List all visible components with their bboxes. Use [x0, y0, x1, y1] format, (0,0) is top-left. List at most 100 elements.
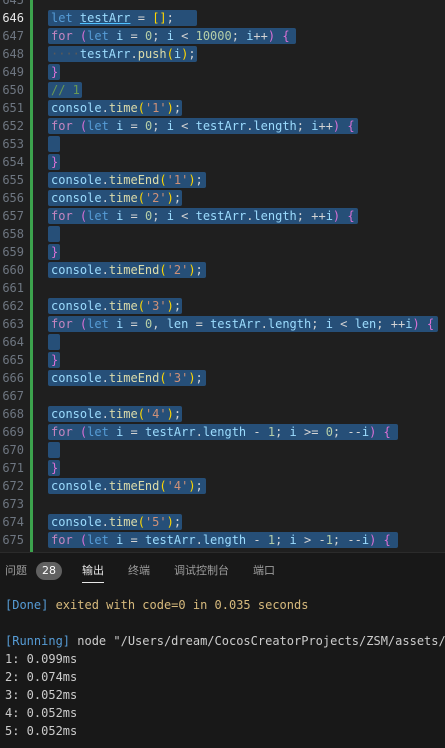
- code-text: console.time('5');: [51, 515, 182, 529]
- line-number: 673: [2, 497, 24, 511]
- line-number: 667: [2, 389, 24, 403]
- code-line[interactable]: 648 ····testArr.push(i);: [0, 45, 445, 63]
- code-text: for (let i = testArr.length - 1; i > -1;…: [51, 533, 391, 547]
- code-text: console.timeEnd('1');: [51, 173, 203, 187]
- code-text: // 1: [51, 83, 80, 97]
- code-line[interactable]: 670: [0, 441, 445, 459]
- code-line[interactable]: 650 // 1: [0, 81, 445, 99]
- running-command: node "/Users/dream/CocosCreatorProjects/…: [70, 634, 445, 648]
- code-line[interactable]: 671 }: [0, 459, 445, 477]
- code-line[interactable]: 674 console.time('5');: [0, 513, 445, 531]
- output-done-line: [Done] exited with code=0 in 0.035 secon…: [5, 596, 308, 614]
- code-line[interactable]: 675 for (let i = testArr.length - 1; i >…: [0, 531, 445, 549]
- code-line[interactable]: 660 console.timeEnd('2');: [0, 261, 445, 279]
- code-line[interactable]: 646 let testArr = [];: [0, 9, 445, 27]
- code-line[interactable]: 652 for (let i = 0; i < testArr.length; …: [0, 117, 445, 135]
- tab-debug-console[interactable]: 调试控制台: [174, 553, 229, 589]
- line-number: 663: [2, 317, 24, 331]
- output-result-line: 2: 0.074ms: [5, 670, 78, 684]
- output-result-line: 4: 0.052ms: [5, 706, 78, 720]
- code-line[interactable]: 645: [0, 0, 445, 9]
- code-line[interactable]: 657 for (let i = 0; i < testArr.length; …: [0, 207, 445, 225]
- output-running-line: [Running] node "/Users/dream/CocosCreato…: [5, 632, 445, 650]
- code-line[interactable]: 653: [0, 135, 445, 153]
- line-number: 654: [2, 155, 24, 169]
- code-text: for (let i = 0, len = testArr.length; i …: [51, 317, 435, 331]
- line-number: 661: [2, 281, 24, 295]
- code-text: ····testArr.push(i);: [51, 47, 196, 61]
- code-line[interactable]: 663 for (let i = 0, len = testArr.length…: [0, 315, 445, 333]
- line-number: 670: [2, 443, 24, 457]
- line-number: 647: [2, 29, 24, 43]
- line-number: 660: [2, 263, 24, 277]
- line-number: 669: [2, 425, 24, 439]
- line-number: 658: [2, 227, 24, 241]
- line-number: 664: [2, 335, 24, 349]
- line-number: 651: [2, 101, 24, 115]
- line-number: 650: [2, 83, 24, 97]
- code-line[interactable]: 672 console.timeEnd('4');: [0, 477, 445, 495]
- code-text: console.timeEnd('2');: [51, 263, 203, 277]
- line-number: 675: [2, 533, 24, 547]
- code-line[interactable]: 656 console.time('2');: [0, 189, 445, 207]
- code-text: }: [51, 155, 59, 169]
- tab-problems[interactable]: 问题: [5, 553, 27, 589]
- line-number: 665: [2, 353, 24, 367]
- tab-output[interactable]: 输出: [82, 553, 104, 589]
- line-number: 662: [2, 299, 24, 313]
- code-line[interactable]: 659 }: [0, 243, 445, 261]
- code-line[interactable]: 664: [0, 333, 445, 351]
- code-line[interactable]: 673: [0, 495, 445, 513]
- code-line[interactable]: 665 }: [0, 351, 445, 369]
- output-result-line: 5: 0.052ms: [5, 724, 78, 738]
- line-number: 657: [2, 209, 24, 223]
- code-line[interactable]: 667: [0, 387, 445, 405]
- output-result-line: 3: 0.052ms: [5, 688, 78, 702]
- code-text: console.timeEnd('4');: [51, 479, 203, 493]
- line-number: 648: [2, 47, 24, 61]
- code-line[interactable]: 668 console.time('4');: [0, 405, 445, 423]
- tab-ports[interactable]: 端口: [253, 553, 275, 589]
- code-line[interactable]: 666 console.timeEnd('3');: [0, 369, 445, 387]
- code-text: }: [51, 461, 59, 475]
- code-editor[interactable]: 645 646 let testArr = []; 647 for (let i…: [0, 0, 445, 552]
- selection-highlight: [48, 136, 60, 152]
- line-number: 666: [2, 371, 24, 385]
- selection-highlight: [48, 226, 60, 242]
- running-tag: [Running]: [5, 634, 71, 648]
- line-number: 656: [2, 191, 24, 205]
- line-number: 659: [2, 245, 24, 259]
- code-line[interactable]: 655 console.timeEnd('1');: [0, 171, 445, 189]
- code-line[interactable]: 649 }: [0, 63, 445, 81]
- line-number: 668: [2, 407, 24, 421]
- code-line[interactable]: 647 for (let i = 0; i < 10000; i++) {: [0, 27, 445, 45]
- tab-terminal[interactable]: 终端: [128, 553, 150, 589]
- done-tag: [Done]: [5, 598, 49, 612]
- line-number: 645: [2, 0, 24, 7]
- code-text: console.time('4');: [51, 407, 182, 421]
- code-line[interactable]: 654 }: [0, 153, 445, 171]
- code-line[interactable]: 669 for (let i = testArr.length - 1; i >…: [0, 423, 445, 441]
- done-message: exited with code=0 in 0.035 seconds: [48, 598, 309, 612]
- code-text: console.time('1');: [51, 101, 182, 115]
- output-result-line: 1: 0.099ms: [5, 652, 78, 666]
- line-number: 646: [2, 11, 24, 25]
- code-line[interactable]: 661: [0, 279, 445, 297]
- code-text: console.timeEnd('3');: [51, 371, 203, 385]
- selection-highlight: [48, 334, 60, 350]
- code-text: }: [51, 65, 59, 79]
- line-number: 653: [2, 137, 24, 151]
- output-panel[interactable]: [Done] exited with code=0 in 0.035 secon…: [0, 589, 445, 748]
- code-text: for (let i = 0; i < testArr.length; ++i)…: [51, 209, 355, 223]
- selection-highlight: [48, 442, 60, 458]
- code-line[interactable]: 658: [0, 225, 445, 243]
- panel-tab-bar: 问题 28 输出 终端 调试控制台 端口: [0, 552, 445, 589]
- problems-count-badge: 28: [36, 562, 62, 580]
- line-number: 652: [2, 119, 24, 133]
- code-text: for (let i = 0; i < 10000; i++) {: [51, 29, 290, 43]
- code-line[interactable]: 651 console.time('1');: [0, 99, 445, 117]
- code-text: let testArr = [];: [51, 11, 174, 25]
- code-text: console.time('3');: [51, 299, 182, 313]
- code-line[interactable]: 662 console.time('3');: [0, 297, 445, 315]
- code-text: console.time('2');: [51, 191, 182, 205]
